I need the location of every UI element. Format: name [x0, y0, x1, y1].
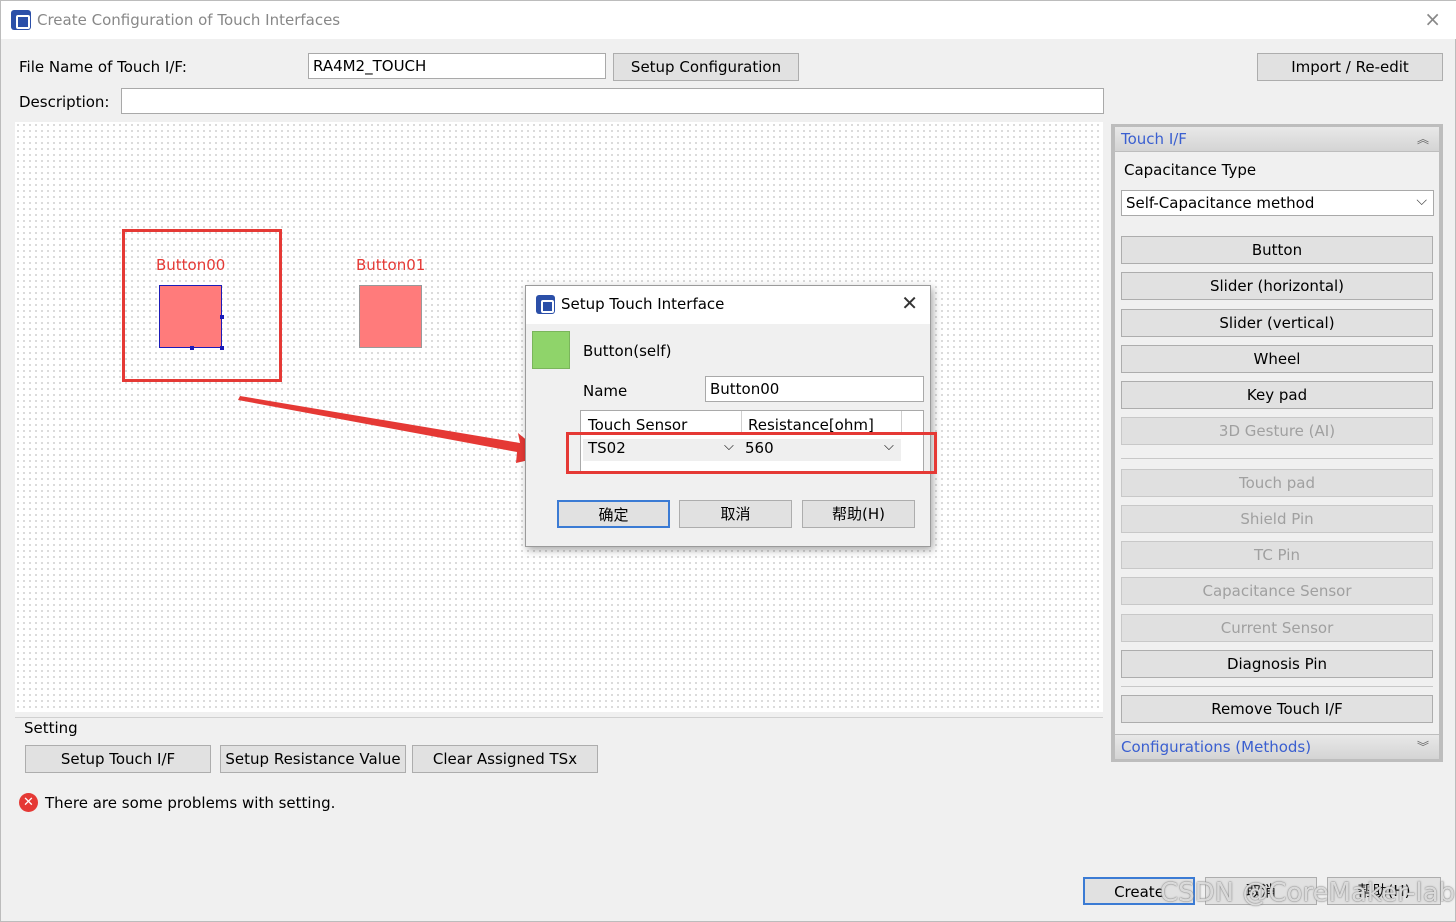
setup-touch-interface-dialog: Setup Touch Interface ✕ Button(self) Nam…: [525, 285, 937, 547]
add-tc-pin-button[interactable]: TC Pin: [1121, 541, 1433, 569]
dialog-cancel-button[interactable]: 取消: [679, 500, 792, 528]
dialog-title-bar: Setup Touch Interface ✕: [526, 286, 930, 324]
touch-button-button01[interactable]: [359, 285, 422, 348]
capacitance-type-value: Self-Capacitance method: [1126, 194, 1315, 212]
clear-assigned-tsx-button[interactable]: Clear Assigned TSx: [412, 745, 598, 773]
touch-if-section-body: Capacitance Type Self-Capacitance method…: [1115, 152, 1439, 734]
import-reedit-button[interactable]: Import / Re-edit: [1257, 53, 1443, 81]
touch-button-button00[interactable]: [159, 285, 222, 348]
touch-if-section-header[interactable]: Touch I/F ︽: [1115, 127, 1439, 151]
setup-resistance-button[interactable]: Setup Resistance Value: [220, 745, 406, 773]
column-divider: [741, 411, 742, 433]
capacitance-type-select[interactable]: Self-Capacitance method ⌵: [1121, 190, 1434, 216]
resize-handle[interactable]: [220, 346, 224, 350]
touch-button-label: Button00: [156, 256, 226, 274]
watermark: CSDN @CoreMaker-lab: [1160, 878, 1456, 908]
error-icon: ✕: [19, 793, 38, 812]
title-bar: Create Configuration of Touch Interfaces…: [1, 1, 1456, 39]
add-wheel-button[interactable]: Wheel: [1121, 345, 1433, 373]
highlight-box-sensor-row: [566, 432, 937, 474]
divider: [1121, 686, 1433, 687]
dialog-help-button[interactable]: 帮助(H): [802, 500, 915, 528]
collapse-icon[interactable]: ︽: [1417, 130, 1429, 147]
description-label: Description:: [19, 93, 110, 111]
add-3d-gesture-button[interactable]: 3D Gesture (AI): [1121, 417, 1433, 445]
setting-group: Setting Setup Touch I/F Setup Resistance…: [15, 717, 1103, 781]
file-name-input[interactable]: RA4M2_TOUCH: [308, 53, 606, 79]
expand-icon[interactable]: ︾: [1417, 738, 1429, 755]
touch-if-header-label: Touch I/F: [1121, 130, 1187, 148]
name-label: Name: [583, 382, 628, 400]
dialog-title: Setup Touch Interface: [561, 295, 725, 313]
add-diagnosis-pin-button[interactable]: Diagnosis Pin: [1121, 650, 1433, 678]
status-message: There are some problems with setting.: [45, 794, 336, 812]
add-current-sensor-button[interactable]: Current Sensor: [1121, 614, 1433, 642]
type-color-swatch: [532, 331, 570, 369]
dialog-app-icon: [536, 295, 555, 314]
window-title: Create Configuration of Touch Interfaces: [37, 11, 341, 29]
add-slider-horizontal-button[interactable]: Slider (horizontal): [1121, 272, 1433, 300]
configurations-section-header[interactable]: Configurations (Methods) ︾: [1115, 735, 1439, 759]
name-input[interactable]: Button00: [705, 376, 924, 402]
resize-handle[interactable]: [220, 315, 224, 319]
add-capacitance-sensor-button[interactable]: Capacitance Sensor: [1121, 577, 1433, 605]
add-keypad-button[interactable]: Key pad: [1121, 381, 1433, 409]
add-touch-pad-button[interactable]: Touch pad: [1121, 469, 1433, 497]
touch-button-label: Button01: [356, 256, 426, 274]
add-slider-vertical-button[interactable]: Slider (vertical): [1121, 309, 1433, 337]
resize-handle[interactable]: [190, 346, 194, 350]
column-divider: [901, 411, 902, 433]
setting-group-label: Setting: [24, 719, 78, 737]
add-button-button[interactable]: Button: [1121, 236, 1433, 264]
configurations-header-label: Configurations (Methods): [1121, 738, 1312, 756]
dialog-type-label: Button(self): [583, 342, 672, 360]
window-close-icon[interactable]: ×: [1424, 7, 1441, 31]
chevron-down-icon: ⌵: [1416, 193, 1427, 209]
capacitance-type-label: Capacitance Type: [1124, 161, 1257, 179]
dialog-ok-button[interactable]: 确定: [557, 500, 670, 528]
file-name-label: File Name of Touch I/F:: [19, 58, 187, 76]
description-input[interactable]: [121, 88, 1104, 114]
divider: [1121, 458, 1433, 459]
right-panel: Touch I/F ︽ Capacitance Type Self-Capaci…: [1111, 124, 1443, 762]
dialog-close-icon[interactable]: ✕: [901, 291, 918, 315]
add-shield-pin-button[interactable]: Shield Pin: [1121, 505, 1433, 533]
setup-configuration-button[interactable]: Setup Configuration: [613, 53, 799, 81]
app-icon: [11, 10, 31, 30]
remove-touch-if-button[interactable]: Remove Touch I/F: [1121, 695, 1433, 723]
setup-touch-if-button[interactable]: Setup Touch I/F: [25, 745, 211, 773]
